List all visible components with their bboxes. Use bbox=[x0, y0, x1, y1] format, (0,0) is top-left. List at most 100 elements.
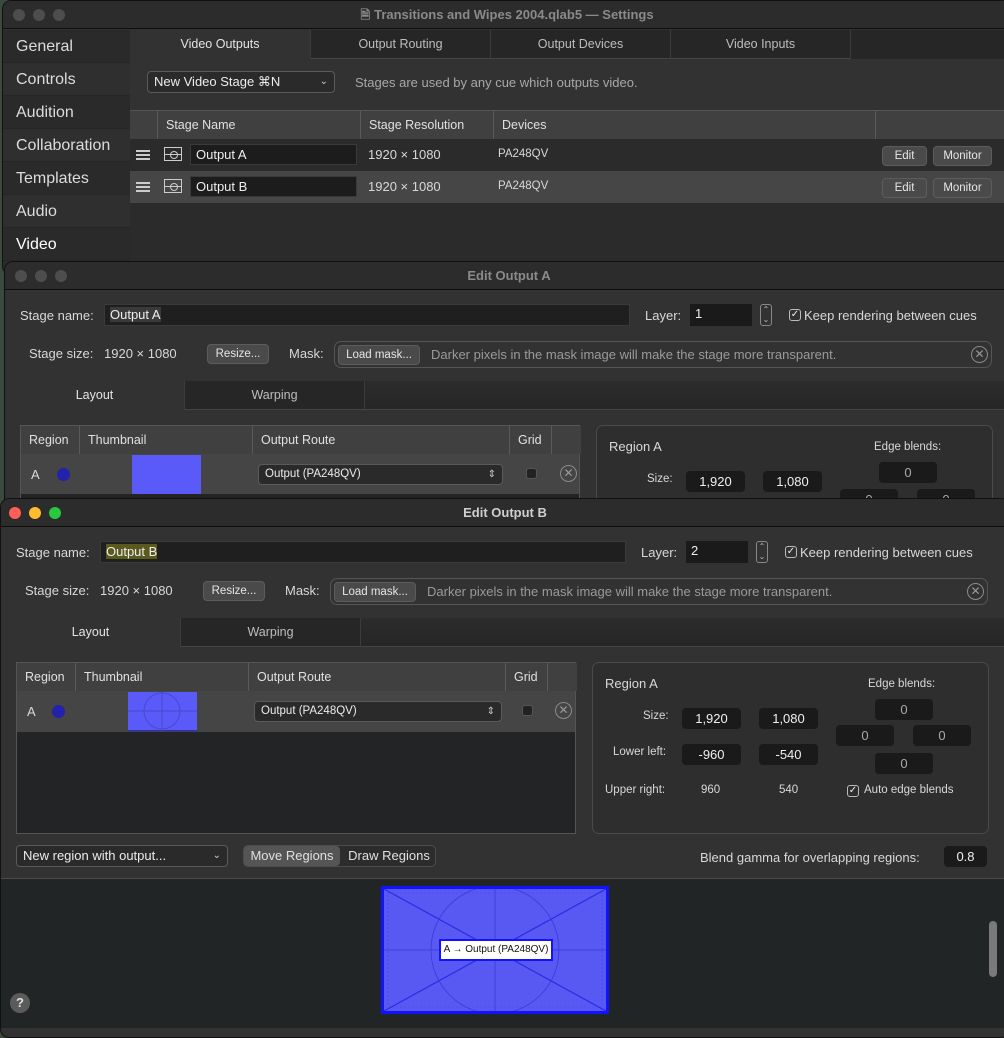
resize-button[interactable]: Resize... bbox=[203, 581, 265, 601]
header-spacer bbox=[130, 111, 158, 139]
close-button[interactable] bbox=[13, 9, 25, 21]
sidebar-item-controls[interactable]: Controls bbox=[3, 63, 130, 96]
stage-name-value: Output A bbox=[110, 307, 161, 322]
zoom-button[interactable] bbox=[49, 507, 61, 519]
remove-region-icon[interactable]: ✕ bbox=[560, 465, 577, 482]
sidebar-item-audio[interactable]: Audio bbox=[3, 195, 130, 228]
layer-stepper[interactable]: ⌃ ⌄ bbox=[760, 304, 772, 326]
edge-left-input[interactable]: 0 bbox=[836, 725, 894, 746]
upper-right-label: Upper right: bbox=[605, 784, 666, 796]
edge-blends-label: Edge blends: bbox=[874, 441, 942, 453]
header-stage-resolution[interactable]: Stage Resolution bbox=[361, 111, 494, 139]
monitor-button[interactable]: Monitor bbox=[933, 178, 992, 198]
resize-button[interactable]: Resize... bbox=[207, 344, 269, 364]
auto-edge-blends-checkbox[interactable]: ✓ bbox=[847, 785, 859, 797]
header-grid: Grid bbox=[506, 663, 548, 691]
blend-gamma-input[interactable]: 0.8 bbox=[944, 846, 987, 867]
lower-left-x-input[interactable]: -960 bbox=[682, 744, 741, 765]
grid-checkbox[interactable] bbox=[522, 705, 533, 716]
layer-input[interactable]: 1 bbox=[690, 304, 752, 326]
zoom-button[interactable] bbox=[55, 270, 67, 282]
edge-bottom-input[interactable]: 0 bbox=[875, 753, 933, 774]
sidebar-item-collaboration[interactable]: Collaboration bbox=[3, 129, 130, 162]
stage-name-field[interactable]: Output B bbox=[190, 176, 357, 197]
stage-name-field[interactable]: Output A bbox=[190, 144, 357, 165]
tab-layout[interactable]: Layout bbox=[1, 618, 181, 647]
tab-warping[interactable]: Warping bbox=[181, 618, 361, 647]
stage-name-input[interactable]: Output B bbox=[100, 541, 626, 563]
monitor-button[interactable]: Monitor bbox=[933, 146, 992, 166]
tab-output-devices[interactable]: Output Devices bbox=[491, 30, 671, 59]
stage-size-value: 1920 × 1080 bbox=[104, 346, 177, 361]
layer-input[interactable]: 2 bbox=[686, 541, 748, 563]
edit-button[interactable]: Edit bbox=[882, 178, 927, 198]
chevron-down-icon: ⌄ bbox=[319, 76, 328, 87]
size-height-input[interactable]: 1,080 bbox=[763, 471, 822, 492]
new-video-stage-select[interactable]: New Video Stage ⌘N ⌄ bbox=[147, 71, 335, 93]
minimize-button[interactable] bbox=[33, 9, 45, 21]
clear-mask-icon[interactable]: ✕ bbox=[971, 346, 988, 363]
remove-region-icon[interactable]: ✕ bbox=[555, 702, 572, 719]
stage-canvas[interactable]: A → Output (PA248QV) ? bbox=[1, 878, 1004, 1028]
clear-mask-icon[interactable]: ✕ bbox=[967, 583, 984, 600]
minimize-button[interactable] bbox=[29, 507, 41, 519]
load-mask-button[interactable]: Load mask... bbox=[338, 345, 420, 365]
load-mask-button[interactable]: Load mask... bbox=[334, 582, 416, 602]
size-width-input[interactable]: 1,920 bbox=[682, 708, 741, 729]
header-devices[interactable]: Devices bbox=[494, 111, 876, 139]
table-row[interactable]: Output A 1920 × 1080 PA248QV Edit Monito… bbox=[130, 139, 1004, 171]
sidebar-item-templates[interactable]: Templates bbox=[3, 162, 130, 195]
tab-output-routing[interactable]: Output Routing bbox=[311, 30, 491, 59]
settings-window: 🗎 Transitions and Wipes 2004.qlab5 — Sett… bbox=[2, 0, 1004, 275]
keep-rendering-checkbox[interactable]: ✓ bbox=[785, 546, 797, 558]
stage-icon bbox=[164, 147, 182, 161]
region-color-dot[interactable] bbox=[52, 705, 65, 718]
region-row[interactable]: A Output (PA248QV) ⇕ ✕ bbox=[21, 454, 579, 494]
tab-video-outputs[interactable]: Video Outputs bbox=[130, 30, 311, 59]
edge-top-input[interactable]: 0 bbox=[879, 462, 937, 483]
help-button[interactable]: ? bbox=[10, 993, 30, 1013]
drag-handle-icon[interactable] bbox=[136, 150, 150, 160]
zoom-button[interactable] bbox=[53, 9, 65, 21]
stage-size-label: Stage size: bbox=[29, 346, 94, 361]
table-row[interactable]: Output B 1920 × 1080 PA248QV Edit Monito… bbox=[130, 171, 1004, 203]
edit-b-titlebar: Edit Output B bbox=[1, 499, 1004, 527]
lower-left-y-input[interactable]: -540 bbox=[759, 744, 818, 765]
size-height-input[interactable]: 1,080 bbox=[759, 708, 818, 729]
regions-header: Region Thumbnail Output Route Grid bbox=[17, 663, 577, 691]
edge-top-input[interactable]: 0 bbox=[875, 699, 933, 720]
region-a-panel: Region A Size: 1,920 1,080 Lower left: -… bbox=[592, 662, 989, 834]
region-row[interactable]: A Output (PA248QV) ⇕ ✕ bbox=[17, 691, 575, 732]
draw-regions-button[interactable]: Draw Regions bbox=[341, 846, 437, 866]
layer-stepper[interactable]: ⌃ ⌄ bbox=[756, 541, 768, 563]
size-width-input[interactable]: 1,920 bbox=[686, 471, 745, 492]
sidebar-item-audition[interactable]: Audition bbox=[3, 96, 130, 129]
output-route-select[interactable]: Output (PA248QV) ⇕ bbox=[254, 701, 502, 722]
regions-table: Region Thumbnail Output Route Grid A Out… bbox=[16, 662, 577, 834]
region-color-dot[interactable] bbox=[57, 468, 70, 481]
thumbnail-test-pattern bbox=[128, 692, 197, 731]
minimize-button[interactable] bbox=[35, 270, 47, 282]
edit-button[interactable]: Edit bbox=[882, 146, 927, 166]
move-regions-button[interactable]: Move Regions bbox=[244, 846, 340, 866]
sidebar-item-general[interactable]: General bbox=[3, 30, 130, 63]
close-button[interactable] bbox=[9, 507, 21, 519]
stage-name-input[interactable]: Output A bbox=[104, 304, 630, 326]
close-button[interactable] bbox=[15, 270, 27, 282]
output-route-select[interactable]: Output (PA248QV) ⇕ bbox=[258, 464, 503, 485]
region-a-canvas-box[interactable]: A → Output (PA248QV) bbox=[381, 886, 609, 1014]
sidebar-item-video[interactable]: Video bbox=[3, 228, 130, 261]
grid-checkbox[interactable] bbox=[526, 468, 537, 479]
keep-rendering-checkbox[interactable]: ✓ bbox=[789, 309, 801, 321]
canvas-scrollbar[interactable] bbox=[989, 921, 997, 977]
drag-handle-icon[interactable] bbox=[136, 182, 150, 192]
header-stage-name[interactable]: Stage Name bbox=[158, 111, 361, 139]
tab-video-inputs[interactable]: Video Inputs bbox=[671, 30, 851, 59]
region-route-label: A → Output (PA248QV) bbox=[439, 939, 553, 961]
new-region-select[interactable]: New region with output... ⌄ bbox=[16, 845, 228, 867]
header-thumbnail: Thumbnail bbox=[80, 426, 253, 454]
tab-warping[interactable]: Warping bbox=[185, 381, 365, 410]
stage-devices: PA248QV bbox=[498, 180, 549, 192]
edge-right-input[interactable]: 0 bbox=[913, 725, 971, 746]
tab-layout[interactable]: Layout bbox=[5, 381, 185, 410]
